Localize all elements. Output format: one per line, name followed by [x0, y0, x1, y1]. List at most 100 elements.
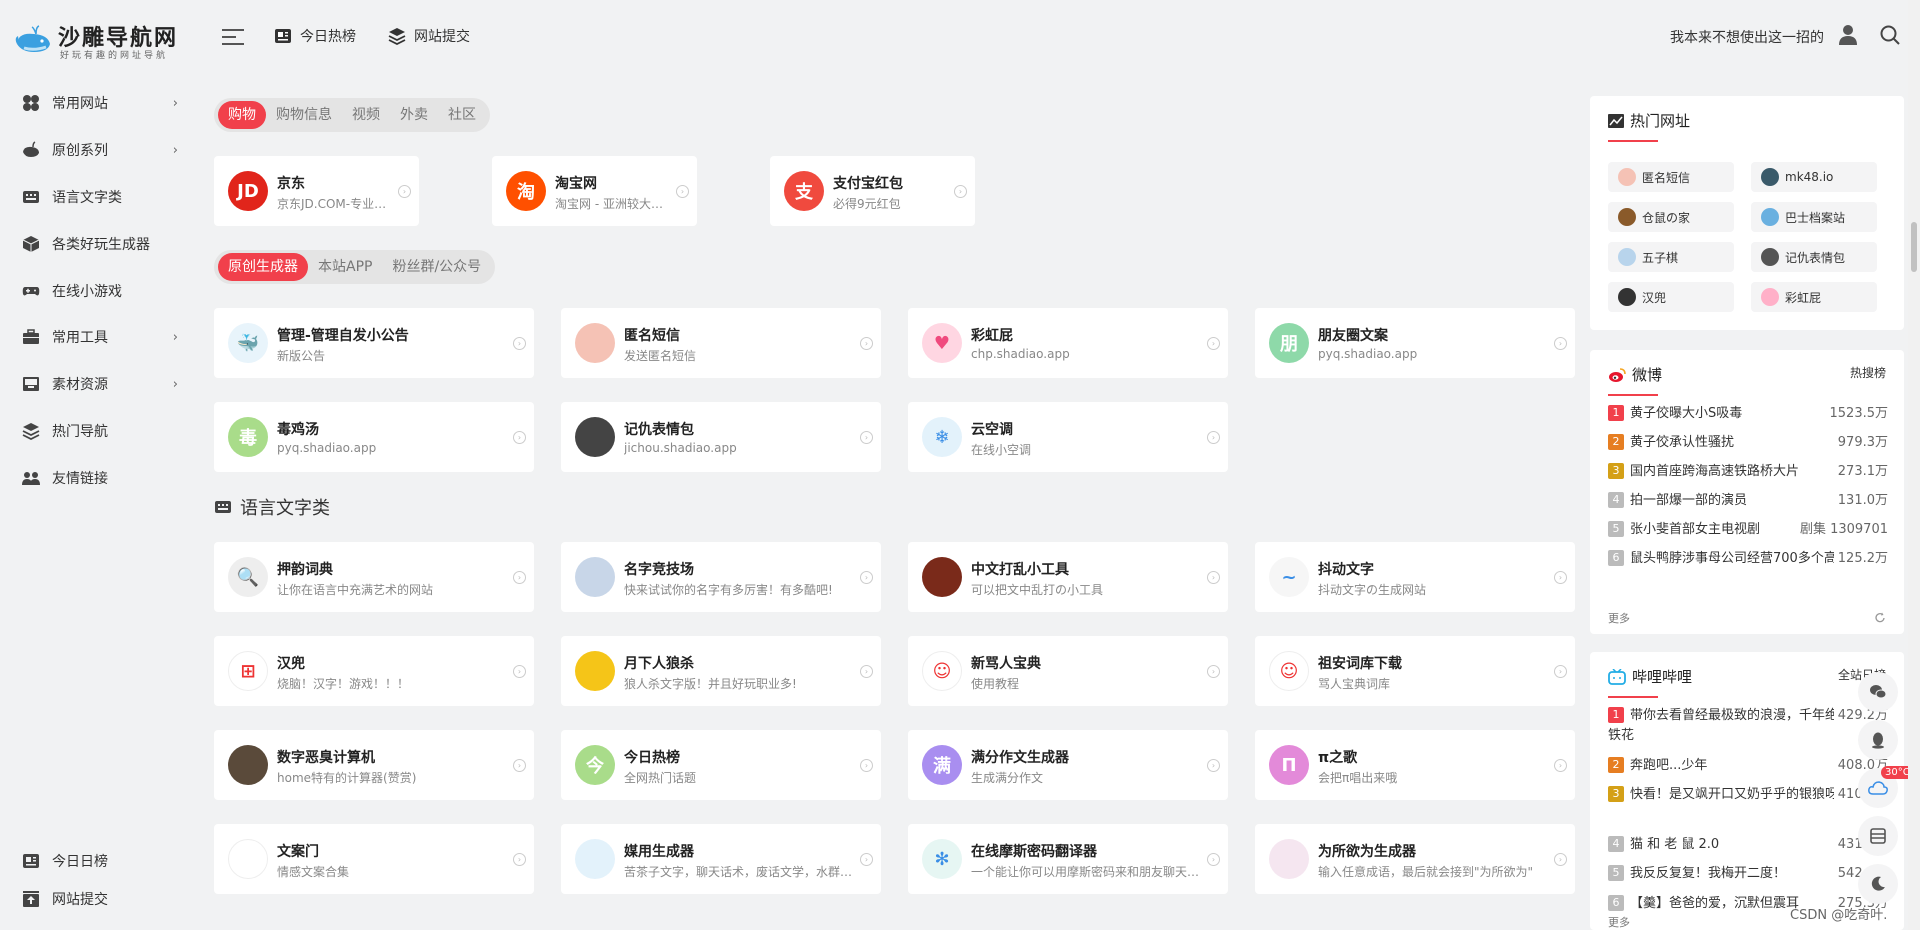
arrow-circle-icon[interactable]: ›: [1554, 759, 1567, 772]
hot-list-item[interactable]: 4猫 和 老 鼠 2.0431.8万: [1608, 835, 1888, 855]
site-card[interactable]: 朋朋友圈文案 pyq.shadiao.app ›: [1255, 308, 1575, 378]
site-card[interactable]: ☺ 祖安词库下载 骂人宝典词库 ›: [1255, 636, 1575, 706]
site-card[interactable]: ~ 抖动文字 抖动文字の生成网站 ›: [1255, 542, 1575, 612]
hot-site-item[interactable]: 五子棋: [1608, 242, 1734, 272]
hot-site-item[interactable]: 彩虹屁: [1751, 282, 1877, 312]
arrow-circle-icon[interactable]: ›: [1207, 431, 1220, 444]
sidebar-item-original[interactable]: 原创系列 ›: [0, 127, 194, 174]
sidebar-item-games[interactable]: 在线小游戏: [0, 267, 194, 314]
hot-site-item[interactable]: 仓鼠の家: [1608, 202, 1734, 232]
arrow-circle-icon[interactable]: ›: [513, 759, 526, 772]
site-card[interactable]: 满满分作文生成器 生成满分作文 ›: [908, 730, 1228, 800]
user-icon[interactable]: [1838, 24, 1858, 46]
sidebar-item-generators[interactable]: 各类好玩生成器: [0, 220, 194, 267]
hot-site-item[interactable]: 匿名短信: [1608, 162, 1734, 192]
site-card[interactable]: ❄ 云空调 在线小空调 ›: [908, 402, 1228, 472]
arrow-circle-icon[interactable]: ›: [1207, 853, 1220, 866]
qq-button[interactable]: [1858, 720, 1898, 760]
hot-list-item[interactable]: 5 张小斐首部女主电视剧 剧集 1309701: [1608, 520, 1888, 540]
arrow-circle-icon[interactable]: ›: [954, 185, 967, 198]
sidebar-item-language[interactable]: 语言文字类: [0, 174, 194, 221]
tab-original-generators[interactable]: 原创生成器: [218, 253, 308, 281]
tab-site-app[interactable]: 本站APP: [308, 253, 382, 281]
top-link-submit[interactable]: 网站提交: [388, 26, 470, 46]
arrow-circle-icon[interactable]: ›: [676, 185, 689, 198]
site-card[interactable]: 今今日热榜 全网热门话题 ›: [561, 730, 881, 800]
arrow-circle-icon[interactable]: ›: [513, 665, 526, 678]
site-card[interactable]: 毒毒鸡汤 pyq.shadiao.app ›: [214, 402, 534, 472]
page-scrollbar[interactable]: [1908, 0, 1920, 930]
site-card[interactable]: JD 京东京东JD.COM-专业的综合网上... ›: [214, 156, 419, 226]
site-card[interactable]: ☺ 新骂人宝典 使用教程 ›: [908, 636, 1228, 706]
arrow-circle-icon[interactable]: ›: [1554, 853, 1567, 866]
arrow-circle-icon[interactable]: ›: [513, 853, 526, 866]
site-card[interactable]: 媒用生成器 苦茶子文字，聊天话术，废话文学，水群必... ›: [561, 824, 881, 894]
wechat-button[interactable]: [1858, 672, 1898, 712]
hot-list-item[interactable]: 3快看！是又飒开口又奶乎乎的银狼呀!410.8万: [1608, 785, 1888, 805]
arrow-circle-icon[interactable]: ›: [1554, 665, 1567, 678]
sidebar-item-daily-rank[interactable]: 今日日榜: [0, 842, 194, 880]
hot-list-item[interactable]: 2 奔跑吧...少年 408.0万: [1608, 756, 1888, 776]
arrow-circle-icon[interactable]: ›: [860, 431, 873, 444]
site-card[interactable]: 中文打乱小工具 可以把文中乱打の小工具 ›: [908, 542, 1228, 612]
arrow-circle-icon[interactable]: ›: [513, 337, 526, 350]
refresh-icon[interactable]: [1874, 612, 1886, 624]
site-card[interactable]: ♥ 彩虹屁 chp.shadiao.app ›: [908, 308, 1228, 378]
sidebar-item-submit-site[interactable]: 网站提交: [0, 880, 194, 918]
site-card[interactable]: ⊞ 汉兜 烧脑！汉字！游戏！！！ ›: [214, 636, 534, 706]
site-card[interactable]: 记仇表情包 jichou.shadiao.app ›: [561, 402, 881, 472]
tab-takeout[interactable]: 外卖: [390, 101, 438, 129]
scrollbar-thumb[interactable]: [1911, 222, 1917, 272]
sidebar-item-friend-links[interactable]: 友情链接: [0, 454, 194, 501]
hot-site-item[interactable]: 巴士档案站: [1751, 202, 1877, 232]
arrow-circle-icon[interactable]: ›: [513, 431, 526, 444]
more-link[interactable]: 更多: [1608, 914, 1630, 930]
top-link-today-hot[interactable]: 今日热榜: [274, 26, 356, 46]
site-card[interactable]: ✻ 在线摩斯密码翻译器 一个能让你可以用摩斯密码来和朋友聊天的... ›: [908, 824, 1228, 894]
arrow-circle-icon[interactable]: ›: [860, 759, 873, 772]
tab-shopping-info[interactable]: 购物信息: [266, 101, 342, 129]
arrow-circle-icon[interactable]: ›: [860, 665, 873, 678]
sidebar-item-tools[interactable]: 常用工具 ›: [0, 314, 194, 361]
site-card[interactable]: 匿名短信 发送匿名短信 ›: [561, 308, 881, 378]
hot-list-item[interactable]: 2 黄子佼承认性骚扰 979.3万: [1608, 433, 1888, 453]
hot-list-item[interactable]: 5我反反复复！我梅开二度！542.7万: [1608, 864, 1888, 884]
layout-button[interactable]: [1858, 816, 1898, 856]
site-card[interactable]: 支支付宝红包 必得9元红包 ›: [770, 156, 975, 226]
arrow-circle-icon[interactable]: ›: [398, 185, 411, 198]
more-link[interactable]: 更多: [1608, 610, 1630, 626]
hot-list-item[interactable]: 1 带你去看曾经最极致的浪漫，千年绝技—打铁花 429.2万: [1608, 706, 1888, 746]
site-logo[interactable]: 沙雕导航网 好玩有趣的网址导航: [14, 18, 184, 62]
hot-site-item[interactable]: mk48.io: [1751, 162, 1877, 192]
site-card[interactable]: 🐳 管理-管理自发小公告 新版公告 ›: [214, 308, 534, 378]
hot-site-item[interactable]: 记仇表情包: [1751, 242, 1877, 272]
hot-list-item[interactable]: 4 拍一部爆一部的演员 131.0万: [1608, 491, 1888, 511]
tab-video[interactable]: 视频: [342, 101, 390, 129]
sidebar-item-hot-nav[interactable]: 热门导航: [0, 408, 194, 455]
tab-community[interactable]: 社区: [438, 101, 486, 129]
hot-list-item[interactable]: 6 鼠头鸭脖涉事母公司经营700多个高校食堂 125.2万: [1608, 549, 1888, 569]
sidebar-item-common-sites[interactable]: 常用网站 ›: [0, 80, 194, 127]
sidebar-item-materials[interactable]: 素材资源 ›: [0, 361, 194, 408]
menu-toggle-icon[interactable]: [222, 27, 244, 47]
arrow-circle-icon[interactable]: ›: [1207, 759, 1220, 772]
arrow-circle-icon[interactable]: ›: [1207, 665, 1220, 678]
site-card[interactable]: 文案门 情感文案合集 ›: [214, 824, 534, 894]
site-card[interactable]: 名字竞技场 快来试试你的名字有多厉害！有多酷吧! ›: [561, 542, 881, 612]
arrow-circle-icon[interactable]: ›: [1207, 337, 1220, 350]
site-card[interactable]: Ππ之歌 会把π唱出来哦 ›: [1255, 730, 1575, 800]
arrow-circle-icon[interactable]: ›: [860, 571, 873, 584]
arrow-circle-icon[interactable]: ›: [1554, 337, 1567, 350]
site-card[interactable]: 🔍 押韵词典 让你在语言中充满艺术的网站 ›: [214, 542, 534, 612]
arrow-circle-icon[interactable]: ›: [1554, 571, 1567, 584]
arrow-circle-icon[interactable]: ›: [860, 337, 873, 350]
hot-list-item[interactable]: 3 国内首座跨海高速铁路桥大片 273.1万: [1608, 462, 1888, 482]
hot-list-item[interactable]: 1 黄子佼曝大小S吸毒 1523.5万: [1608, 404, 1888, 424]
hot-site-item[interactable]: 汉兜: [1608, 282, 1734, 312]
site-card[interactable]: 淘淘宝网淘宝网 - 亚洲较大的网上交易... ›: [492, 156, 697, 226]
search-icon[interactable]: [1880, 25, 1900, 45]
site-card[interactable]: 为所欲为生成器 输入任意成语，最后就会接到"为所欲为" ›: [1255, 824, 1575, 894]
arrow-circle-icon[interactable]: ›: [513, 571, 526, 584]
arrow-circle-icon[interactable]: ›: [1207, 571, 1220, 584]
arrow-circle-icon[interactable]: ›: [860, 853, 873, 866]
